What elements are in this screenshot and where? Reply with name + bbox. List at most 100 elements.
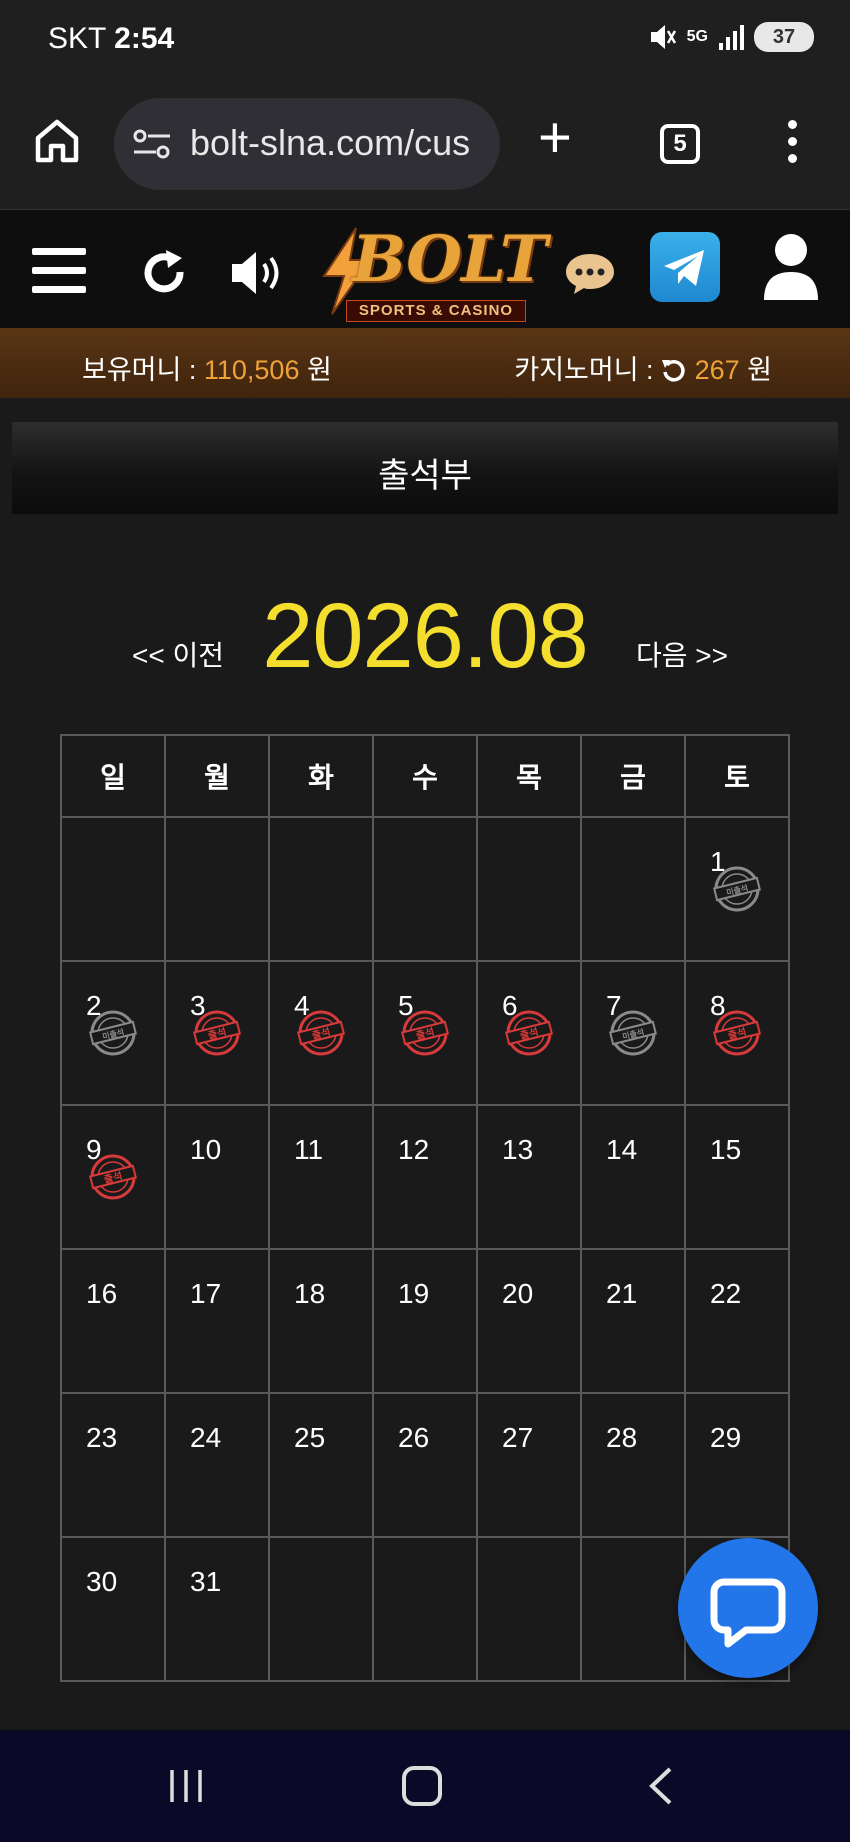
calendar-day-cell[interactable]: 25 bbox=[268, 1392, 374, 1538]
holding-money: 보유머니 : 110,506 원 bbox=[82, 348, 332, 387]
system-nav-bar bbox=[0, 1730, 850, 1842]
weekday-wed: 수 bbox=[372, 734, 478, 818]
attended-stamp-icon: 출석 bbox=[504, 1010, 554, 1056]
calendar-week-row: 2 미출석 3 출석 4 출석 5 출석 6 출석 7 미출석 8 출석 bbox=[60, 960, 790, 1106]
calendar-day-cell[interactable]: 19 bbox=[372, 1248, 478, 1394]
page-title: 출석부 bbox=[378, 457, 472, 495]
day-number: 31 bbox=[190, 1566, 222, 1597]
calendar-day-cell[interactable]: 21 bbox=[580, 1248, 686, 1394]
calendar-empty-cell bbox=[580, 1536, 686, 1682]
logo-subtitle: SPORTS & CASINO bbox=[346, 300, 526, 322]
holding-money-unit: 원 bbox=[299, 355, 332, 385]
5g-icon: 5G bbox=[687, 29, 708, 45]
home-button-icon[interactable] bbox=[402, 1766, 442, 1806]
calendar-day-cell[interactable]: 14 bbox=[580, 1104, 686, 1250]
calendar-day-cell[interactable]: 17 bbox=[164, 1248, 270, 1394]
calendar-day-cell[interactable]: 1 미출석 bbox=[684, 816, 790, 962]
missed-stamp-icon: 미출석 bbox=[712, 866, 762, 912]
status-bar: SKT 2:54 5G 37 bbox=[0, 0, 850, 80]
hamburger-menu-icon[interactable] bbox=[32, 248, 86, 294]
calendar-day-cell[interactable]: 6 출석 bbox=[476, 960, 582, 1106]
calendar-day-cell[interactable]: 15 bbox=[684, 1104, 790, 1250]
calendar-day-cell[interactable]: 5 출석 bbox=[372, 960, 478, 1106]
calendar-day-cell[interactable]: 18 bbox=[268, 1248, 374, 1394]
recent-apps-icon[interactable] bbox=[166, 1766, 206, 1806]
address-bar[interactable]: bolt-slna.com/cus bbox=[114, 98, 500, 190]
status-icons: 5G 37 bbox=[647, 22, 814, 52]
bolt-logo[interactable]: BOLT SPORTS & CASINO bbox=[316, 216, 547, 326]
speaker-icon[interactable] bbox=[228, 246, 288, 300]
calendar-empty-cell bbox=[372, 816, 478, 962]
home-icon[interactable] bbox=[32, 116, 82, 166]
calendar-day-cell[interactable]: 3 출석 bbox=[164, 960, 270, 1106]
more-menu-icon[interactable] bbox=[780, 120, 804, 170]
live-chat-button[interactable] bbox=[678, 1538, 818, 1678]
calendar-day-cell[interactable]: 4 출석 bbox=[268, 960, 374, 1106]
calendar-empty-cell bbox=[476, 1536, 582, 1682]
calendar-day-cell[interactable]: 26 bbox=[372, 1392, 478, 1538]
weekday-thu: 목 bbox=[476, 734, 582, 818]
calendar-day-cell[interactable]: 16 bbox=[60, 1248, 166, 1394]
casino-money-value: 267 bbox=[694, 355, 740, 385]
calendar-day-cell[interactable]: 22 bbox=[684, 1248, 790, 1394]
day-number: 20 bbox=[502, 1278, 534, 1309]
url-text: bolt-slna.com/cus bbox=[190, 122, 471, 163]
calendar-empty-cell bbox=[164, 816, 270, 962]
live-chat-icon bbox=[710, 1578, 786, 1648]
next-month-link[interactable]: 다음 >> bbox=[636, 634, 728, 674]
calendar-day-cell[interactable]: 7 미출석 bbox=[580, 960, 686, 1106]
calendar-day-cell[interactable]: 29 bbox=[684, 1392, 790, 1538]
calendar-day-cell[interactable]: 28 bbox=[580, 1392, 686, 1538]
clock: 2:54 bbox=[114, 22, 175, 55]
calendar-week-row: 9 출석 10 11 12 13 14 15 bbox=[60, 1104, 790, 1250]
calendar-day-cell[interactable]: 8 출석 bbox=[684, 960, 790, 1106]
new-tab-icon[interactable]: + bbox=[538, 108, 572, 168]
calendar-day-cell[interactable]: 9 출석 bbox=[60, 1104, 166, 1250]
telegram-plane-icon bbox=[664, 250, 704, 286]
weekday-sat: 토 bbox=[684, 734, 790, 818]
battery-charging-icon: 37 bbox=[754, 22, 814, 52]
day-number: 14 bbox=[606, 1134, 638, 1165]
day-number: 27 bbox=[502, 1422, 534, 1453]
calendar-empty-cell bbox=[268, 816, 374, 962]
carrier-label: SKT bbox=[48, 22, 106, 55]
current-month: 2026.08 bbox=[262, 585, 589, 687]
calendar-day-cell[interactable]: 30 bbox=[60, 1536, 166, 1682]
signal-icon bbox=[719, 25, 744, 50]
prev-month-link[interactable]: << 이전 bbox=[132, 634, 224, 674]
day-number: 19 bbox=[398, 1278, 430, 1309]
browser-toolbar: bolt-slna.com/cus + 5 bbox=[0, 80, 850, 210]
calendar-day-cell[interactable]: 24 bbox=[164, 1392, 270, 1538]
back-icon[interactable] bbox=[646, 1766, 676, 1806]
refresh-icon[interactable] bbox=[140, 248, 190, 298]
attended-stamp-icon: 출석 bbox=[296, 1010, 346, 1056]
weekday-tue: 화 bbox=[268, 734, 374, 818]
calendar-week-row: 16 17 18 19 20 21 22 bbox=[60, 1248, 790, 1394]
site-settings-icon[interactable] bbox=[132, 128, 172, 160]
casino-money-unit: 원 bbox=[739, 355, 772, 385]
weekday-header-row: 일 월 화 수 목 금 토 bbox=[60, 734, 790, 818]
site-header: BOLT SPORTS & CASINO bbox=[0, 210, 850, 328]
calendar-day-cell[interactable]: 20 bbox=[476, 1248, 582, 1394]
day-number: 21 bbox=[606, 1278, 638, 1309]
telegram-icon[interactable] bbox=[650, 232, 720, 302]
day-number: 10 bbox=[190, 1134, 222, 1165]
calendar-day-cell[interactable]: 27 bbox=[476, 1392, 582, 1538]
balance-bar: 보유머니 : 110,506 원 카지노머니 : 267 원 bbox=[0, 328, 850, 398]
calendar-day-cell[interactable]: 23 bbox=[60, 1392, 166, 1538]
calendar-empty-cell bbox=[372, 1536, 478, 1682]
user-icon[interactable] bbox=[762, 232, 820, 302]
calendar-day-cell[interactable]: 31 bbox=[164, 1536, 270, 1682]
calendar-day-cell[interactable]: 11 bbox=[268, 1104, 374, 1250]
missed-stamp-icon: 미출석 bbox=[88, 1010, 138, 1056]
casino-money-refresh-icon[interactable] bbox=[661, 357, 687, 383]
battery-level: 37 bbox=[772, 25, 796, 48]
tab-switcher-icon[interactable]: 5 bbox=[660, 124, 700, 164]
day-number: 24 bbox=[190, 1422, 222, 1453]
calendar-empty-cell bbox=[268, 1536, 374, 1682]
calendar-day-cell[interactable]: 12 bbox=[372, 1104, 478, 1250]
calendar-day-cell[interactable]: 10 bbox=[164, 1104, 270, 1250]
calendar-day-cell[interactable]: 13 bbox=[476, 1104, 582, 1250]
chat-bubble-icon[interactable] bbox=[564, 250, 616, 296]
calendar-day-cell[interactable]: 2 미출석 bbox=[60, 960, 166, 1106]
